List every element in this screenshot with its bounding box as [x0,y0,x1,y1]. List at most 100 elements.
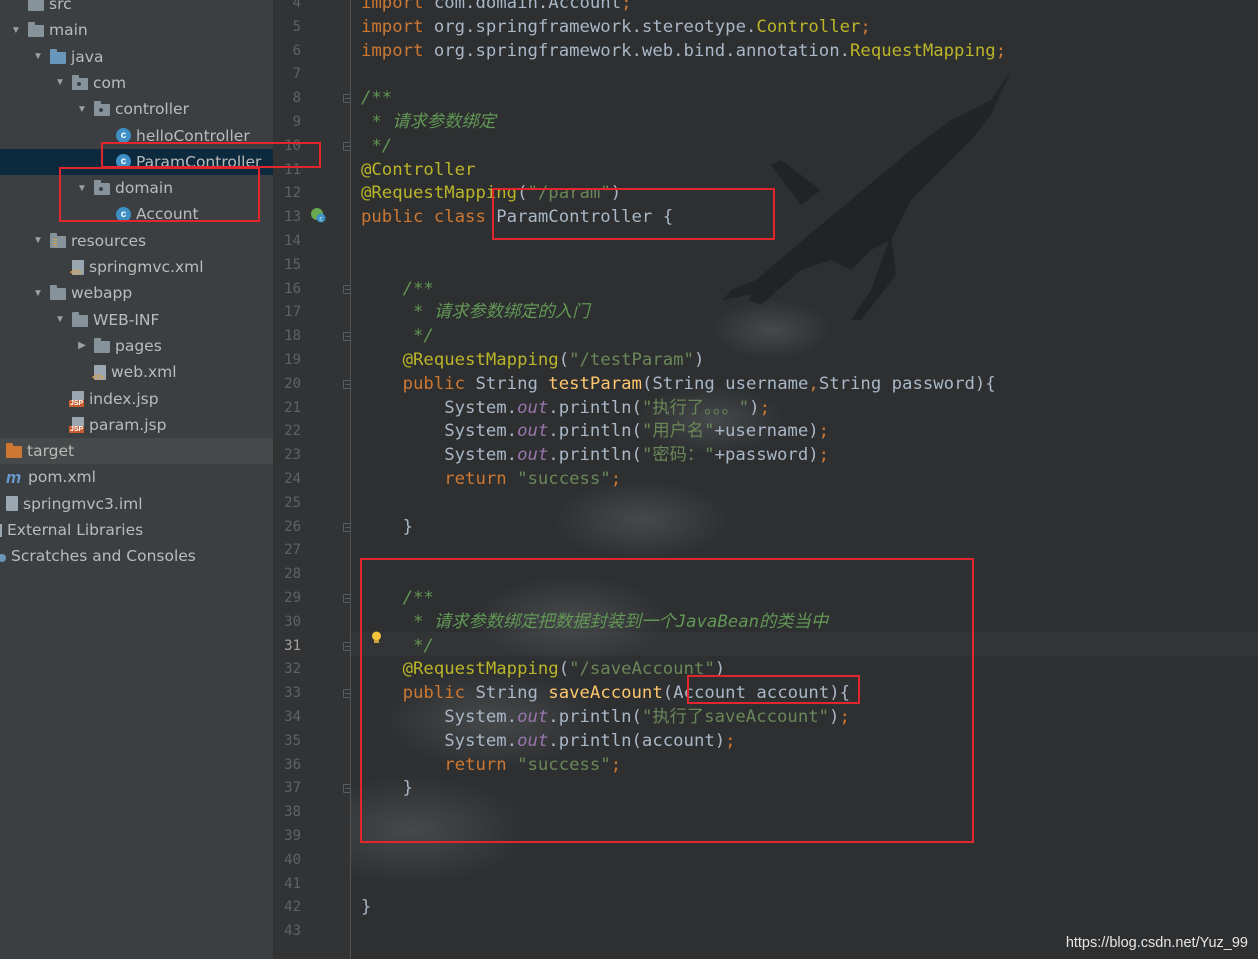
code-line: System.out.println(account); [361,729,735,753]
code-token: out [517,421,549,442]
line-number: 5 [292,18,301,35]
folder-icon [28,0,44,11]
code-token: /** [361,588,434,608]
code-token: ; [610,754,622,775]
code-line: @Controller [361,158,475,182]
code-token: * 请求参数绑定 [361,112,496,132]
collapse-arrow-icon[interactable]: ▼ [76,103,88,115]
code-token: @RequestMapping [361,350,559,370]
code-token: "密码：" [641,445,715,466]
line-number: 14 [284,233,301,249]
package-icon [94,180,110,196]
collapse-arrow-icon[interactable]: ▼ [32,51,44,63]
line-number: 36 [284,756,301,773]
tree-item-label: target [27,442,75,461]
tree-item-param-jsp[interactable]: param.jsp [0,412,273,438]
tree-item-resources[interactable]: ▼ resources [0,228,273,254]
tree-item-account[interactable]: c Account [0,201,273,227]
code-token: } [361,516,414,537]
folder-icon [28,22,44,38]
code-token: String password){ [818,373,996,394]
tree-item-scratches-and-consoles[interactable]: Scratches and Consoles [0,543,273,569]
tree-item-springmvc3-iml[interactable]: springmvc3.iml [0,491,273,517]
code-token: .println( [548,421,642,442]
code-line: @RequestMapping("/saveAccount") [361,657,726,681]
tree-item-hellocontroller[interactable]: c helloController [0,123,273,149]
code-token: return [361,754,518,775]
tree-item-main[interactable]: ▼ main [0,17,273,43]
tree-item-controller[interactable]: ▼ controller [0,96,273,122]
collapse-arrow-icon[interactable]: ▼ [76,182,88,194]
tree-item-pom-xml[interactable]: m pom.xml [0,464,273,490]
svg-text:c: c [319,216,322,223]
maven-icon: m [6,467,22,487]
line-number: 38 [284,804,301,821]
line-number: 34 [284,709,301,725]
tree-item-com[interactable]: ▼ com [0,70,273,96]
tree-item-external-libraries[interactable]: External Libraries [0,517,273,543]
code-token: ) [610,183,622,204]
tree-item-label: java [71,47,104,66]
tree-item-label: web.xml [111,363,177,382]
code-editor[interactable]: import com.domain.Account; import org.spr… [351,0,1258,959]
line-number: 21 [284,399,301,416]
collapse-arrow-icon[interactable]: ▼ [54,314,66,326]
line-number: 42 [284,899,301,916]
code-line: public String testParam(String username,… [361,372,996,396]
code-token: System. [361,445,518,466]
line-number: 6 [292,42,301,59]
line-number: 17 [284,304,301,321]
line-number: 19 [284,352,301,368]
code-token: String [475,683,549,704]
line-number: 15 [284,256,301,273]
tree-item-label: helloController [136,126,250,145]
code-token: ; [995,40,1007,61]
tree-item-springmvc-xml[interactable]: springmvc.xml [0,254,273,280]
collapse-arrow-icon[interactable]: ▼ [10,24,22,36]
code-token: * 请求参数绑定把数据封装到一个JavaBean的类当中 [361,611,829,632]
code-token: ; [818,445,830,466]
line-number: 4 [292,0,301,11]
code-token: String [475,373,549,394]
collapse-arrow-icon[interactable]: ▼ [32,235,44,247]
tree-item-index-jsp[interactable]: index.jsp [0,386,273,412]
line-number: 10 [284,137,301,154]
tree-item-paramcontroller[interactable]: c ParamController [0,148,273,175]
spring-bean-gutter-icon[interactable]: c [310,207,326,223]
tree-item-src[interactable]: src [0,0,273,17]
module-file-icon [6,496,18,512]
line-number: 24 [284,471,301,487]
code-token: * 请求参数绑定的入门 [361,302,590,323]
tree-item-target[interactable]: target [0,438,273,465]
code-token: ( [558,350,570,370]
code-token: public [361,683,476,704]
intention-bulb-icon[interactable] [371,631,382,645]
line-number: 35 [284,732,301,749]
tree-item-pages[interactable]: ▶ pages [0,333,273,359]
tree-item-web-xml[interactable]: web.xml [0,359,273,385]
code-token: System. [361,397,518,418]
tree-item-label: External Libraries [7,521,144,539]
tree-item-web-inf[interactable]: ▼ WEB-INF [0,307,273,333]
code-token: (Account account){ [662,683,851,704]
line-number: 29 [284,590,301,606]
expand-arrow-icon[interactable]: ▶ [76,340,88,352]
code-token: import [361,40,434,61]
collapse-arrow-icon[interactable]: ▼ [32,287,44,299]
tree-item-label: webapp [71,284,133,303]
tree-item-label: ParamController [136,152,262,171]
tree-item-java[interactable]: ▼ java [0,44,273,70]
tree-item-domain[interactable]: ▼ domain [0,175,273,201]
code-token: org.springframework.stereotype. [433,16,757,37]
tree-item-webapp[interactable]: ▼ webapp [0,280,273,306]
line-number: 30 [284,613,301,630]
tree-item-label: domain [115,179,174,198]
code-token: @RequestMapping [361,183,518,204]
collapse-arrow-icon[interactable]: ▼ [54,77,66,89]
line-number: 9 [292,114,301,130]
